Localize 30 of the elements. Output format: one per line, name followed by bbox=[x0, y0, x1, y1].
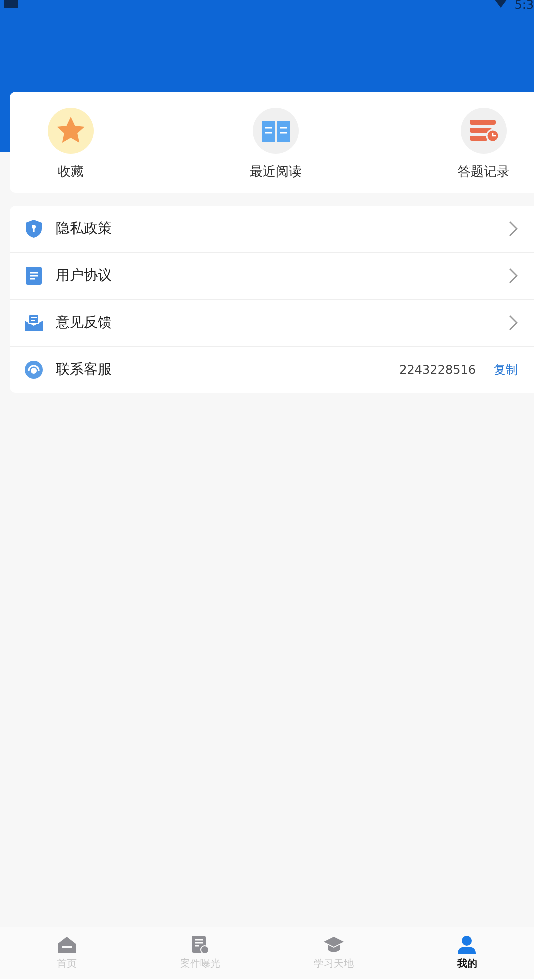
chevron-right-icon bbox=[508, 315, 518, 331]
graduation-cap-icon bbox=[322, 935, 345, 955]
menu-item[interactable]: 用户协议 bbox=[10, 253, 534, 300]
contact-number: 2243228516 bbox=[400, 363, 476, 377]
notification-icon bbox=[4, 0, 18, 8]
envelope-icon bbox=[24, 313, 44, 333]
list-clock-icon bbox=[461, 108, 507, 154]
document-icon bbox=[24, 266, 44, 286]
document-badge-icon bbox=[189, 935, 212, 955]
wifi-icon bbox=[494, 0, 507, 10]
chevron-right-icon bbox=[508, 221, 518, 237]
copy-button[interactable]: 复制 bbox=[494, 362, 518, 378]
book-icon bbox=[253, 108, 299, 154]
status-time: 5:3 bbox=[514, 0, 534, 10]
tab[interactable]: 我的 bbox=[400, 927, 534, 979]
shortcut-button[interactable]: 答题记录 bbox=[458, 92, 510, 193]
person-icon bbox=[456, 935, 478, 955]
menu-item[interactable]: 联系客服 2243228516 复制 bbox=[10, 347, 534, 393]
menu-label: 意见反馈 bbox=[56, 314, 113, 332]
chevron-right-icon bbox=[508, 268, 518, 284]
shield-icon bbox=[24, 219, 44, 239]
menu-label: 联系客服 bbox=[56, 361, 113, 379]
home-icon bbox=[56, 935, 78, 955]
menu-item[interactable]: 隐私政策 bbox=[10, 206, 534, 253]
menu-label: 用户协议 bbox=[56, 267, 113, 285]
menu-label: 隐私政策 bbox=[56, 220, 113, 238]
shortcut-button[interactable]: 收藏 bbox=[48, 92, 94, 193]
menu-item[interactable]: 意见反馈 bbox=[10, 300, 534, 347]
shortcut-button[interactable]: 最近阅读 bbox=[250, 92, 302, 193]
headset-icon bbox=[24, 360, 44, 380]
